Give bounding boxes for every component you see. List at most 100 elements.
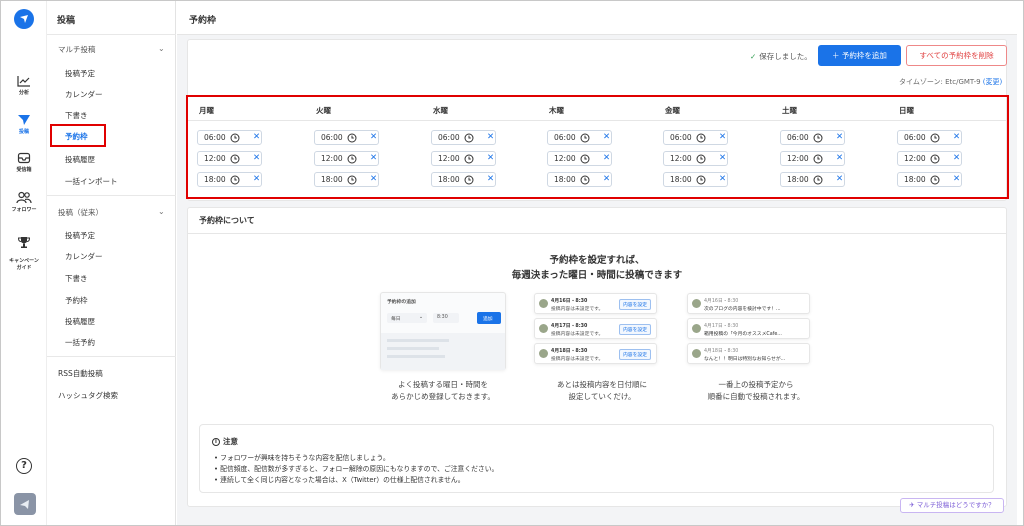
caption-2: あとは投稿内容を日付順に 設定していくだけ。 xyxy=(522,379,682,403)
check-icon: ✓ xyxy=(750,52,757,61)
notice-item: • 連続して全く同じ内容となった場合は、X（Twitter）の仕様上配信されませ… xyxy=(214,476,465,484)
saved-text: 保存しました。 xyxy=(759,52,812,61)
caption-line: よく投稿する曜日・時間を xyxy=(398,380,488,389)
sidebar-item-bulk-import[interactable]: 一括インポート xyxy=(65,176,118,187)
hero-line-2: 毎週決まった曜日・時間に投稿できます xyxy=(511,270,683,281)
trophy-icon xyxy=(17,237,31,248)
divider xyxy=(47,195,176,196)
chevron-up-icon: ⌄ xyxy=(158,207,165,216)
send-icon xyxy=(18,115,30,125)
caption-line: 一番上の投稿予定から xyxy=(718,380,794,389)
followers-icon xyxy=(16,191,32,204)
ill-text: 次のブログの内容を検討中です！... xyxy=(704,307,781,312)
avatar xyxy=(692,324,701,333)
ill-date: 4月17日・8:30 xyxy=(704,324,739,329)
hero-line-1: 予約枠を設定すれば、 xyxy=(549,255,645,266)
highlight-box xyxy=(50,124,106,147)
caption-line: あらかじめ登録しておきます。 xyxy=(391,392,495,401)
caption-line: 順番に自動で投稿されます。 xyxy=(707,392,805,401)
inbox-icon xyxy=(17,152,31,164)
ill-placeholder xyxy=(381,333,505,370)
rail-label: 分析 xyxy=(18,90,29,96)
send-icon: ✈ xyxy=(909,501,917,509)
divider xyxy=(47,34,176,35)
notice-item: • フォロワーが興味を持ちそうな内容を配信しましょう。 xyxy=(214,454,390,462)
ill-time-value: 8:30 xyxy=(437,315,448,320)
rail-item-analytics[interactable]: 分析 xyxy=(1,75,47,96)
notice-item-text: 配信頻度、配信数が多すぎると、フォロー解除の原因にもなりますので、ご注意ください… xyxy=(220,465,499,473)
sidebar-item-hashtag[interactable]: ハッシュタグ検索 xyxy=(58,390,118,401)
app-window: 分析 投稿 受信箱 フォロワー キャンペーン ガイド ? 投稿 マルチ投稿 ⌄ … xyxy=(0,0,1024,526)
notice-item-text: 連続して全く同じ内容となった場合は、X（Twitter）の仕様上配信されません。 xyxy=(220,476,465,484)
group-label: マルチ投稿 xyxy=(58,45,96,54)
ill-select: 毎日 ⌄ xyxy=(387,313,427,323)
sidebar-item-legacy-scheduled[interactable]: 投稿予定 xyxy=(65,230,95,241)
ill-note: 投稿内容は未設定です。 xyxy=(551,307,604,312)
sidebar: 投稿 マルチ投稿 ⌄ 投稿予定 カレンダー 下書き 予約枠 投稿履歴 一括インポ… xyxy=(47,1,176,525)
main-header: 予約枠 xyxy=(177,1,1017,35)
rail-item-inbox[interactable]: 受信箱 xyxy=(1,152,47,173)
ill-post-row: 4月17日・8:30 箱用投稿の「今月のオススメCafe... xyxy=(687,318,810,339)
ill-slot-row: 4月16日・8:30 投稿内容は未設定です。 内容を設定 xyxy=(534,293,657,314)
illustration-add-slot: 予約枠の追加 毎日 ⌄ 8:30 追加 xyxy=(380,292,506,370)
sidebar-item-scheduled[interactable]: 投稿予定 xyxy=(65,68,95,79)
help-icon[interactable]: ? xyxy=(16,458,32,474)
sidebar-item-legacy-history[interactable]: 投稿履歴 xyxy=(65,316,95,327)
add-slot-button[interactable]: ＋ 予約枠を追加 xyxy=(818,45,901,66)
chart-icon xyxy=(17,76,30,87)
app-logo-icon[interactable] xyxy=(14,9,34,29)
ill-add-button: 追加 xyxy=(477,312,501,324)
sidebar-item-calendar[interactable]: カレンダー xyxy=(65,89,103,100)
caption-1: よく投稿する曜日・時間を あらかじめ登録しておきます。 xyxy=(363,379,523,403)
timezone: タイムゾーン: Etc/GMT-9 (変更) xyxy=(899,77,1002,87)
ill-date: 4月18日・8:30 xyxy=(704,349,739,354)
sidebar-item-legacy-drafts[interactable]: 下書き xyxy=(65,273,88,284)
sidebar-group-multi[interactable]: マルチ投稿 ⌄ xyxy=(58,44,165,55)
ill-add-label: 追加 xyxy=(483,317,493,322)
ill-date: 4月16日・8:30 xyxy=(704,299,739,304)
avatar xyxy=(539,349,548,358)
about-title: 予約枠について xyxy=(199,216,255,225)
rail-label: 受信箱 xyxy=(16,167,32,173)
divider xyxy=(187,233,1007,234)
notice-title: i 注意 xyxy=(212,436,238,447)
sidebar-item-drafts[interactable]: 下書き xyxy=(65,110,88,121)
info-icon: i xyxy=(212,438,220,446)
ill-set-button: 内容を設定 xyxy=(619,299,651,310)
sidebar-item-legacy-slots[interactable]: 予約枠 xyxy=(65,295,88,306)
rail-item-campaign[interactable]: キャンペーン ガイド xyxy=(1,229,47,272)
ill-slot-row: 4月17日・8:30 投稿内容は未設定です。 内容を設定 xyxy=(534,318,657,339)
sidebar-item-legacy-bulk[interactable]: 一括予約 xyxy=(65,337,95,348)
sidebar-item-rss[interactable]: RSS自動投稿 xyxy=(58,368,103,379)
rail-label: フォロワー xyxy=(11,207,37,213)
rail-item-followers[interactable]: フォロワー xyxy=(1,191,47,213)
page-title: 予約枠 xyxy=(189,16,217,26)
notice-item-text: フォロワーが興味を持ちそうな内容を配信しましょう。 xyxy=(220,454,390,462)
ill-title: 予約枠の追加 xyxy=(387,300,416,305)
ill-date: 4月18日・8:30 xyxy=(551,349,588,354)
notice-title-text: 注意 xyxy=(223,437,238,446)
sidebar-title: 投稿 xyxy=(57,16,76,26)
ill-date: 4月17日・8:30 xyxy=(551,324,588,329)
ill-note: 投稿内容は未設定です。 xyxy=(551,357,604,362)
timezone-label: タイムゾーン: Etc/GMT-9 xyxy=(899,78,981,86)
ill-text: なんと！！明日は特別なお知らせが... xyxy=(704,357,786,362)
sidebar-item-history[interactable]: 投稿履歴 xyxy=(65,154,95,165)
delete-all-slots-button[interactable]: すべての予約枠を削除 xyxy=(906,45,1007,66)
sidebar-group-legacy[interactable]: 投稿（従来） ⌄ xyxy=(58,207,165,218)
ill-slot-row: 4月18日・8:30 投稿内容は未設定です。 内容を設定 xyxy=(534,343,657,364)
rail-item-post[interactable]: 投稿 xyxy=(1,114,47,135)
sidebar-item-legacy-calendar[interactable]: カレンダー xyxy=(65,251,103,262)
ill-note: 投稿内容は未設定です。 xyxy=(551,332,604,337)
ill-select-value: 毎日 xyxy=(391,317,401,322)
caption-3: 一番上の投稿予定から順番に自動で投稿されます。 xyxy=(676,379,836,403)
avatar[interactable] xyxy=(14,493,36,515)
highlight-box xyxy=(186,95,1009,199)
avatar xyxy=(539,324,548,333)
multi-post-help-button[interactable]: ✈ マルチ投稿はどうですか？ xyxy=(900,498,1004,513)
timezone-change-link[interactable]: (変更) xyxy=(983,78,1002,86)
ill-post-row: 4月18日・8:30 なんと！！明日は特別なお知らせが... xyxy=(687,343,810,364)
icon-rail: 分析 投稿 受信箱 フォロワー キャンペーン ガイド ? xyxy=(1,1,47,525)
notice-box: i 注意 • フォロワーが興味を持ちそうな内容を配信しましょう。 • 配信頻度、配… xyxy=(199,424,994,493)
ill-set-button: 内容を設定 xyxy=(619,349,651,360)
